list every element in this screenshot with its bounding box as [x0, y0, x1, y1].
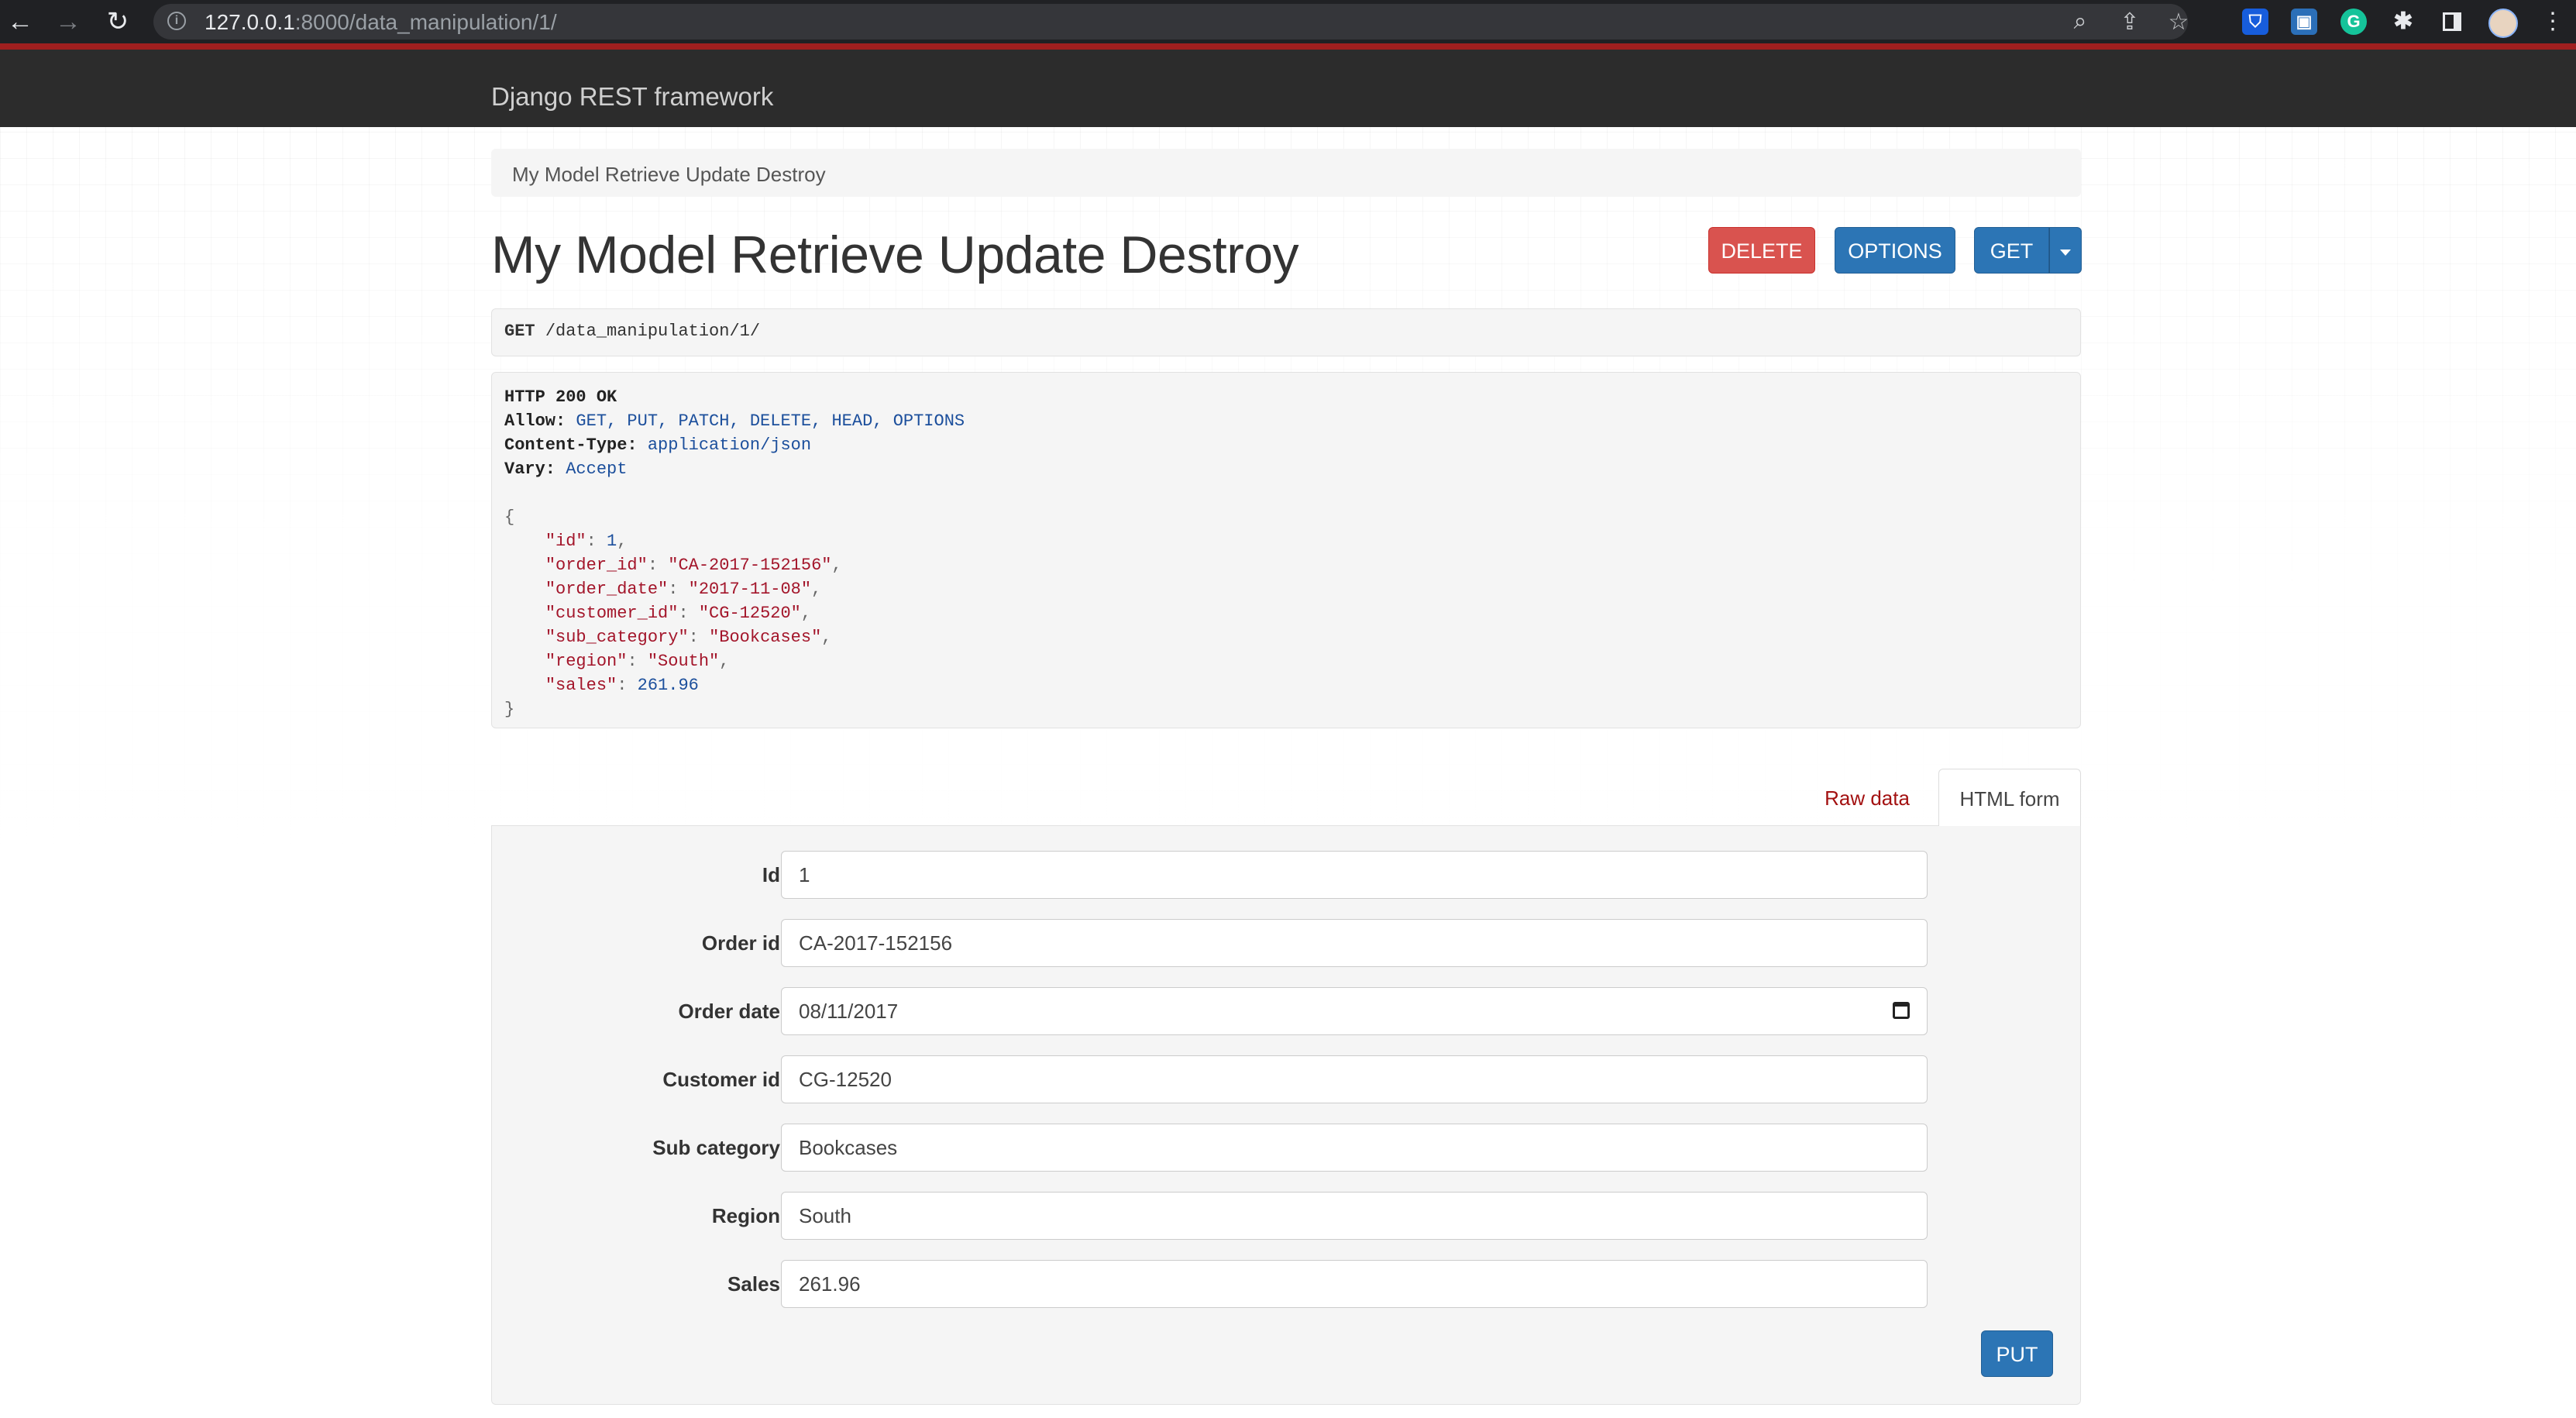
reload-icon[interactable]: ↻ [102, 6, 133, 37]
request-method: GET [504, 322, 535, 341]
url-host: 127.0.0.1 [205, 10, 295, 34]
json-open-brace: { [504, 508, 515, 527]
bitwarden-extension-icon[interactable]: ⛉ [2242, 9, 2268, 35]
form-row-id: Id 1 [492, 851, 2082, 899]
html-form: Id 1 Order id CA-2017-152156 Order date … [491, 825, 2081, 1405]
form-row-order-date: Order date 08/11/2017 [492, 987, 2082, 1035]
response-info: HTTP 200 OK Allow: GET, PUT, PATCH, DELE… [491, 372, 2081, 728]
id-field[interactable]: 1 [781, 851, 1928, 899]
field-label: Order date [678, 1000, 781, 1023]
share-icon[interactable]: ⇪ [2117, 9, 2143, 36]
breadcrumb: My Model Retrieve Update Destroy [491, 149, 2081, 197]
delete-button[interactable]: DELETE [1708, 227, 1815, 274]
back-icon[interactable]: ← [5, 6, 36, 37]
breadcrumb-item-current[interactable]: My Model Retrieve Update Destroy [512, 163, 826, 186]
caret-down-icon [2060, 249, 2071, 256]
json-line: "order_date": "2017-11-08", [545, 580, 822, 599]
side-panel-icon[interactable] [2439, 9, 2465, 35]
form-row-order-id: Order id CA-2017-152156 [492, 919, 2082, 967]
field-label: Sales [727, 1272, 780, 1296]
top-navbar: Django REST framework [0, 43, 2576, 127]
form-row-region: Region South [492, 1192, 2082, 1240]
field-label: Region [711, 1204, 780, 1227]
json-line: "order_id": "CA-2017-152156", [545, 556, 842, 575]
json-line: "customer_id": "CG-12520", [545, 604, 812, 623]
get-button[interactable]: GET [1974, 227, 2049, 274]
browser-menu-icon[interactable]: ⋮ [2537, 6, 2568, 37]
zoom-icon[interactable]: ⌕ [2067, 9, 2093, 35]
grammarly-extension-icon[interactable]: G [2340, 9, 2367, 35]
field-label: Customer id [662, 1068, 780, 1091]
response-header: Content-Type: application/json [504, 435, 812, 455]
address-bar[interactable]: i 127.0.0.1:8000/data_manipulation/1/ ⌕ … [153, 4, 2189, 40]
page-title: My Model Retrieve Update Destroy [491, 225, 1299, 284]
field-label: Sub category [652, 1136, 780, 1159]
url-path: :8000/data_manipulation/1/ [294, 10, 557, 34]
order-date-field[interactable]: 08/11/2017 [781, 987, 1928, 1035]
forward-icon[interactable]: → [53, 6, 84, 37]
field-label: Id [762, 863, 780, 886]
form-row-sub-category: Sub category Bookcases [492, 1124, 2082, 1172]
sales-field[interactable]: 261.96 [781, 1260, 1928, 1308]
sub-category-field[interactable]: Bookcases [781, 1124, 1928, 1172]
tab-raw-data[interactable]: Raw data [1818, 769, 1917, 824]
calendar-icon[interactable] [1893, 1002, 1910, 1019]
field-label: Order id [701, 931, 780, 955]
get-format-dropdown-button[interactable] [2049, 227, 2082, 274]
request-info: GET /data_manipulation/1/ [491, 308, 2081, 356]
request-path: /data_manipulation/1/ [545, 322, 761, 341]
json-line: "sales": 261.96 [545, 676, 699, 695]
json-line: "sub_category": "Bookcases", [545, 628, 832, 647]
order-date-value: 08/11/2017 [799, 1000, 899, 1023]
put-button[interactable]: PUT [1981, 1330, 2053, 1377]
extensions-puzzle-icon[interactable]: ✱ [2390, 9, 2416, 35]
form-row-customer-id: Customer id CG-12520 [492, 1055, 2082, 1103]
bookmark-star-icon[interactable]: ☆ [2165, 9, 2192, 36]
url-text[interactable]: 127.0.0.1:8000/data_manipulation/1/ [205, 10, 557, 35]
profile-avatar[interactable] [2488, 9, 2518, 38]
json-body: "id": 1, "order_id": "CA-2017-152156", "… [504, 529, 2068, 697]
site-info-icon[interactable]: i [167, 12, 186, 30]
response-header: Vary: Accept [504, 459, 628, 479]
region-field[interactable]: South [781, 1192, 1928, 1240]
screenshot-extension-icon[interactable]: ▣ [2291, 9, 2317, 35]
response-header: Allow: GET, PUT, PATCH, DELETE, HEAD, OP… [504, 411, 965, 431]
form-row-sales: Sales 261.96 [492, 1260, 2082, 1308]
order-id-field[interactable]: CA-2017-152156 [781, 919, 1928, 967]
json-line: "region": "South", [545, 652, 730, 671]
json-line: "id": 1, [545, 532, 628, 551]
options-button[interactable]: OPTIONS [1835, 227, 1955, 274]
response-status: HTTP 200 OK [504, 387, 617, 407]
tab-html-form[interactable]: HTML form [1938, 769, 2081, 826]
customer-id-field[interactable]: CG-12520 [781, 1055, 1928, 1103]
browser-toolbar: ← → ↻ i 127.0.0.1:8000/data_manipulation… [0, 0, 2576, 43]
brand-link[interactable]: Django REST framework [491, 82, 773, 112]
json-close-brace: } [504, 700, 515, 719]
